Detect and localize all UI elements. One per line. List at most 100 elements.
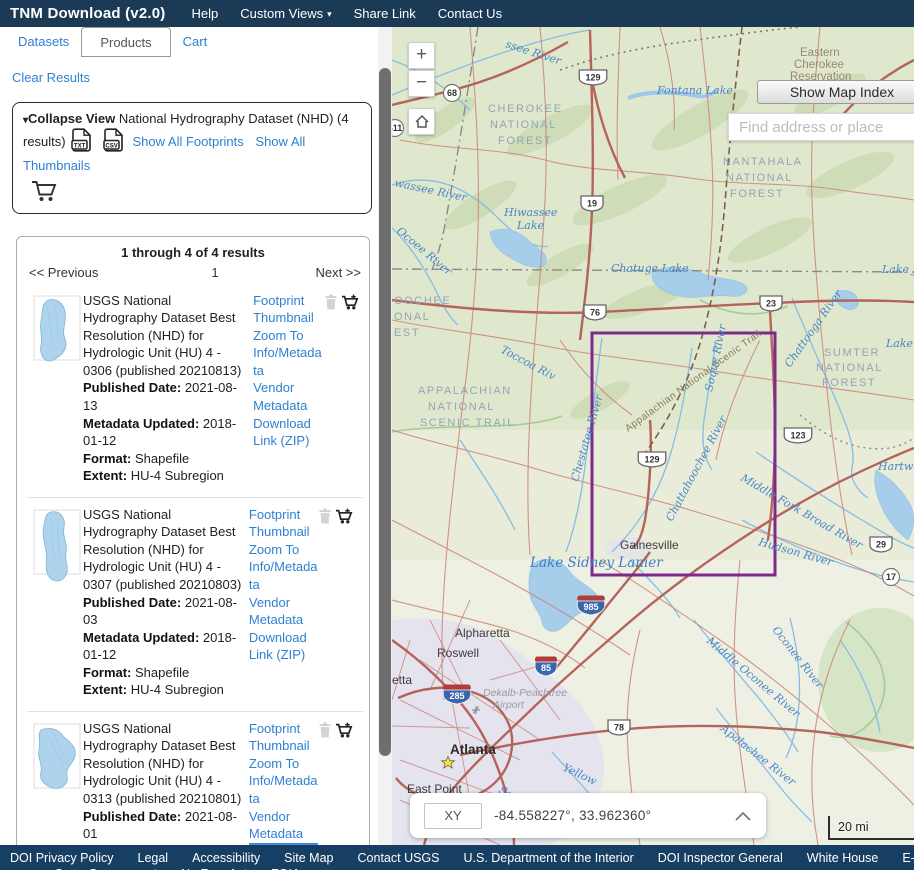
result-link-download-link-zip-[interactable]: Download Link (ZIP) (253, 415, 324, 450)
result-link-footprint[interactable]: Footprint (249, 720, 318, 738)
extent-label: Extent: (83, 682, 127, 697)
navbar-link-contact-us[interactable]: Contact Us (438, 6, 502, 21)
footer-link[interactable]: DOI Privacy Policy (10, 850, 114, 866)
results-list: 1 through 4 of 4 results << Previous 1 N… (16, 236, 370, 845)
extent-value: HU-4 Subregion (131, 682, 224, 697)
route-shield-68: 68 (444, 85, 461, 102)
footer-link[interactable]: Open Government (54, 866, 157, 870)
results-panel: DatasetsProductsCart Clear Results ▾Coll… (0, 27, 392, 845)
panel-scrollbar-thumb[interactable] (379, 68, 391, 756)
map-viewport[interactable]: 6841112919762312912329179858528578 ssee … (392, 27, 914, 845)
format-value: Shapefile (135, 451, 189, 466)
result-link-info-metadata[interactable]: Info/Metadata (249, 558, 318, 593)
remove-from-cart-icon[interactable] (324, 294, 338, 485)
panel-scrollbar[interactable] (378, 27, 392, 845)
result-item: USGS National Hydrography Dataset Best R… (27, 711, 363, 845)
pagination: << Previous 1 Next >> (17, 260, 369, 284)
result-thumbnail-image (27, 722, 83, 806)
route-shield-411: 411 (392, 120, 404, 137)
export-csv-icon[interactable]: CSV (103, 128, 124, 157)
next-page-button[interactable]: Next >> (291, 265, 361, 280)
route-shield-129: 129 (579, 70, 607, 85)
add-to-cart-icon[interactable] (341, 294, 359, 485)
route-shield-29: 29 (870, 537, 892, 552)
result-link-info-metadata[interactable]: Info/Metadata (253, 344, 324, 379)
map-home-button[interactable] (408, 108, 435, 135)
footer-link[interactable]: DOI Inspector General (658, 850, 783, 866)
footer-link[interactable]: Site Map (284, 850, 333, 866)
footer-link[interactable]: Legal (138, 850, 169, 866)
show-map-index-button[interactable]: Show Map Index (757, 80, 914, 104)
result-link-zoom-to[interactable]: Zoom To (253, 327, 324, 345)
footer-link[interactable]: U.S. Department of the Interior (464, 850, 634, 866)
export-txt-icon[interactable]: TXT (71, 128, 92, 157)
remove-from-cart-icon[interactable] (318, 722, 332, 845)
result-link-info-metadata[interactable]: Info/Metadata (249, 772, 318, 807)
home-icon (414, 114, 430, 129)
footer-link[interactable]: No Fear Act (181, 866, 247, 870)
published-date-label: Published Date: (83, 809, 181, 824)
result-link-thumbnail[interactable]: Thumbnail (249, 737, 318, 755)
route-shield-76: 76 (584, 305, 606, 320)
previous-page-button[interactable]: << Previous (29, 265, 139, 280)
route-shield-285: 285 (443, 685, 471, 705)
route-shield-17: 17 (883, 569, 900, 586)
tab-datasets[interactable]: Datasets (6, 27, 81, 57)
add-all-to-cart-icon[interactable] (31, 179, 57, 207)
extent-value: HU-4 Subregion (131, 468, 224, 483)
chevron-up-icon[interactable] (734, 805, 752, 827)
tab-strip: DatasetsProductsCart (0, 27, 392, 57)
coordinate-bar: XY -84.558227°, 33.962360° (410, 793, 766, 838)
navbar-link-share-link[interactable]: Share Link (354, 6, 416, 21)
footer-link[interactable]: Contact USGS (358, 850, 440, 866)
result-link-download-link-zip-[interactable]: Download Link (ZIP) (249, 629, 318, 664)
result-item: USGS National Hydrography Dataset Best R… (17, 284, 369, 497)
coordinate-mode-button[interactable]: XY (424, 803, 482, 829)
clear-results-link[interactable]: Clear Results (12, 70, 90, 85)
footer-link[interactable]: Accessibility (192, 850, 260, 866)
remove-from-cart-icon[interactable] (318, 508, 332, 699)
route-shield-78: 78 (608, 720, 630, 735)
tab-cart[interactable]: Cart (171, 27, 220, 57)
route-shield-85: 85 (535, 657, 557, 677)
navbar-link-custom-views[interactable]: Custom Views▾ (240, 6, 331, 21)
map-zoom-out-button[interactable]: − (408, 70, 435, 97)
basemap: 6841112919762312912329179858528578 ssee … (392, 27, 914, 845)
address-search-input[interactable] (728, 113, 914, 141)
result-title: USGS National Hydrography Dataset Best R… (83, 720, 245, 808)
format-value: Shapefile (135, 665, 189, 680)
add-to-cart-icon[interactable] (335, 508, 353, 699)
dataset-group-box: ▾Collapse View National Hydrography Data… (12, 102, 372, 214)
show-all-footprints-link[interactable]: Show All Footprints (133, 134, 244, 149)
result-title: USGS National Hydrography Dataset Best R… (83, 506, 245, 594)
result-link-thumbnail[interactable]: Thumbnail (249, 523, 318, 541)
app-title: TNM Download (v2.0) (10, 5, 165, 22)
route-shield-19: 19 (581, 196, 603, 211)
footer: DOI Privacy Policy Legal Accessibility Site… (0, 845, 914, 870)
footer-link[interactable]: FOIA (271, 866, 300, 870)
coordinate-readout: -84.558227°, 33.962360° (494, 808, 722, 823)
tab-products[interactable]: Products (81, 27, 170, 57)
result-link-zoom-to[interactable]: Zoom To (249, 541, 318, 559)
result-link-vendor-metadata[interactable]: Vendor Metadata (249, 808, 318, 843)
result-link-footprint[interactable]: Footprint (249, 506, 318, 524)
route-shield-985: 985 (577, 596, 605, 616)
navbar-link-help[interactable]: Help (191, 6, 218, 21)
footer-link[interactable]: E- (902, 850, 914, 866)
page-number[interactable]: 1 (139, 265, 291, 280)
result-thumbnail-image (27, 508, 83, 592)
result-link-footprint[interactable]: Footprint (253, 292, 324, 310)
result-thumbnail-image (27, 294, 83, 378)
result-link-vendor-metadata[interactable]: Vendor Metadata (249, 594, 318, 629)
add-to-cart-icon[interactable] (335, 722, 353, 845)
metadata-updated-label: Metadata Updated: (83, 630, 199, 645)
footer-link[interactable]: gov (10, 866, 30, 870)
map-zoom-in-button[interactable]: + (408, 42, 435, 69)
result-link-zoom-to[interactable]: Zoom To (249, 755, 318, 773)
route-shield-129: 129 (638, 452, 666, 467)
footer-link[interactable]: White House (807, 850, 879, 866)
result-link-vendor-metadata[interactable]: Vendor Metadata (253, 379, 324, 414)
result-link-thumbnail[interactable]: Thumbnail (253, 309, 324, 327)
collapse-view-toggle[interactable]: ▾Collapse View (23, 111, 115, 126)
top-navbar: TNM Download (v2.0) Help Custom Views▾ Sha… (0, 0, 914, 27)
